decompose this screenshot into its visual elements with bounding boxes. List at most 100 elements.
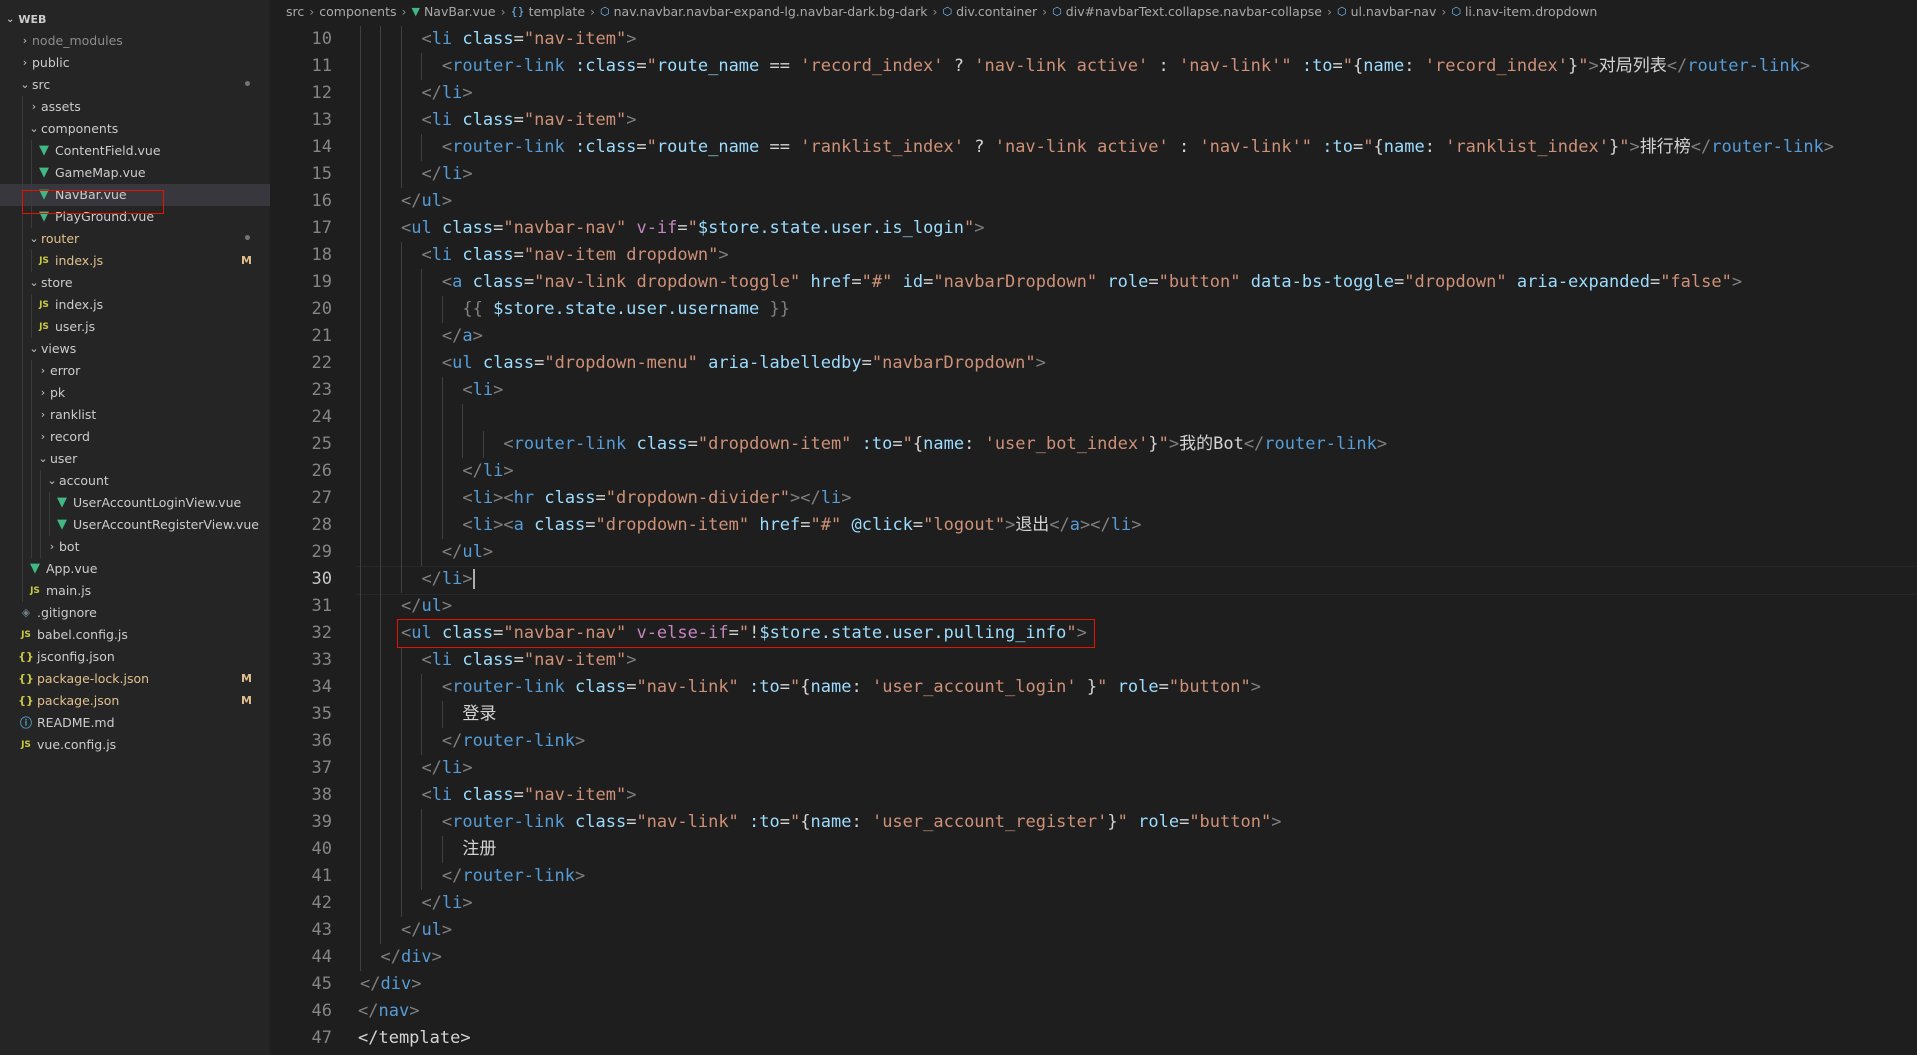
folder-item[interactable]: ⌄ store bbox=[0, 272, 270, 294]
file-item[interactable]: JS vue.config.js bbox=[0, 734, 270, 756]
code-line[interactable]: 43 </ul> bbox=[270, 917, 1917, 944]
code-area[interactable]: 10 <li class="nav-item"> 11 <router-link :c… bbox=[270, 26, 1917, 1052]
breadcrumb-item[interactable]: src bbox=[286, 2, 304, 22]
code-token: = bbox=[513, 29, 524, 49]
breadcrumb-item[interactable]: components bbox=[319, 2, 396, 22]
file-item[interactable]: ▼ NavBar.vue bbox=[0, 184, 270, 206]
code-line[interactable]: 37 </li> bbox=[270, 755, 1917, 782]
indent-guide bbox=[360, 215, 361, 242]
code-line[interactable]: 32 <ul class="navbar-nav" v-else-if="!$st… bbox=[270, 620, 1917, 647]
code-line[interactable]: 10 <li class="nav-item"> bbox=[270, 26, 1917, 53]
breadcrumb-item[interactable]: nav.navbar.navbar-expand-lg.navbar-dark.… bbox=[614, 2, 928, 22]
file-item[interactable]: JS user.js bbox=[0, 316, 270, 338]
folder-item[interactable]: ⌄ views bbox=[0, 338, 270, 360]
code-line[interactable]: 46 </nav> bbox=[270, 998, 1917, 1025]
file-item[interactable]: {} jsconfig.json bbox=[0, 646, 270, 668]
code-token: > bbox=[1005, 515, 1016, 535]
code-line[interactable]: 14 <router-link :class="route_name == 'ra… bbox=[270, 134, 1917, 161]
folder-item[interactable]: › bot bbox=[0, 536, 270, 558]
code-line[interactable]: 39 <router-link class="nav-link" :to="{na… bbox=[270, 809, 1917, 836]
breadcrumb-item[interactable]: div#navbarText.collapse.navbar-collapse bbox=[1066, 2, 1322, 22]
code-line[interactable]: 24 bbox=[270, 404, 1917, 431]
code-line[interactable]: 31 </ul> bbox=[270, 593, 1917, 620]
folder-item[interactable]: › public bbox=[0, 52, 270, 74]
code-line[interactable]: 38 <li class="nav-item"> bbox=[270, 782, 1917, 809]
folder-item[interactable]: ⌄ src • bbox=[0, 74, 270, 96]
code-line[interactable]: 36 </router-link> bbox=[270, 728, 1917, 755]
folder-item[interactable]: › ranklist bbox=[0, 404, 270, 426]
file-item[interactable]: ▼ UserAccountLoginView.vue bbox=[0, 492, 270, 514]
file-item[interactable]: ▼ App.vue bbox=[0, 558, 270, 580]
file-item[interactable]: {} package.json M bbox=[0, 690, 270, 712]
tree-item-label: views bbox=[41, 341, 77, 356]
file-item[interactable]: ▼ GameMap.vue bbox=[0, 162, 270, 184]
code-line[interactable]: 29 </ul> bbox=[270, 539, 1917, 566]
file-item[interactable]: ▼ UserAccountRegisterView.vue bbox=[0, 514, 270, 536]
code-token: </ bbox=[421, 569, 442, 589]
code-line[interactable]: 34 <router-link class="nav-link" :to="{na… bbox=[270, 674, 1917, 701]
code-line[interactable]: 19 <a class="nav-link dropdown-toggle" hr… bbox=[270, 269, 1917, 296]
code-line[interactable]: 47 </template> bbox=[270, 1025, 1917, 1052]
code-line[interactable]: 23 <li> bbox=[270, 377, 1917, 404]
code-line[interactable]: 41 </router-link> bbox=[270, 863, 1917, 890]
file-item[interactable]: ⓘ README.md bbox=[0, 712, 270, 734]
line-number: 12 bbox=[311, 83, 332, 103]
code-line[interactable]: 40 注册 bbox=[270, 836, 1917, 863]
folder-item[interactable]: ⌄ router • bbox=[0, 228, 270, 250]
code-line[interactable]: 15 </li> bbox=[270, 161, 1917, 188]
line-number: 23 bbox=[311, 380, 332, 400]
code-line[interactable]: 20 {{ $store.state.user.username }} bbox=[270, 296, 1917, 323]
code-text: <ul class="dropdown-menu" aria-labelledb… bbox=[442, 350, 1046, 377]
code-line[interactable]: 22 <ul class="dropdown-menu" aria-labelle… bbox=[270, 350, 1917, 377]
breadcrumb-item[interactable]: NavBar.vue bbox=[424, 2, 496, 22]
indent-guide bbox=[31, 140, 32, 162]
folder-item[interactable]: › error bbox=[0, 360, 270, 382]
code-line[interactable]: 13 <li class="nav-item"> bbox=[270, 107, 1917, 134]
folder-item[interactable]: › record bbox=[0, 426, 270, 448]
line-number: 20 bbox=[311, 299, 332, 319]
file-item[interactable]: JS babel.config.js bbox=[0, 624, 270, 646]
code-token: aria-expanded bbox=[1516, 272, 1650, 292]
file-item[interactable]: ▼ ContentField.vue bbox=[0, 140, 270, 162]
breadcrumb-item[interactable]: template bbox=[529, 2, 585, 22]
folder-item[interactable]: › node_modules bbox=[0, 30, 270, 52]
code-line[interactable]: 45 </div> bbox=[270, 971, 1917, 998]
code-editor[interactable]: src › components › ▼ NavBar.vue › {} template › ⬡ n… bbox=[270, 0, 1917, 1055]
code-line[interactable]: 33 <li class="nav-item"> bbox=[270, 647, 1917, 674]
code-line[interactable]: 25 <router-link class="dropdown-item" :to… bbox=[270, 431, 1917, 458]
file-item[interactable]: ◈ .gitignore bbox=[0, 602, 270, 624]
code-token: " bbox=[1117, 812, 1128, 832]
breadcrumb-item[interactable]: ul.navbar-nav bbox=[1351, 2, 1437, 22]
code-line[interactable]: 28 <li><a class="dropdown-item" href="#" … bbox=[270, 512, 1917, 539]
file-item[interactable]: {} package-lock.json M bbox=[0, 668, 270, 690]
braces-icon: {} bbox=[510, 5, 525, 18]
code-token: = bbox=[912, 515, 924, 535]
code-line[interactable]: 26 </li> bbox=[270, 458, 1917, 485]
code-line[interactable]: 30 </li> bbox=[270, 566, 1917, 595]
code-line[interactable]: 16 </ul> bbox=[270, 188, 1917, 215]
breadcrumb-item[interactable]: li.nav-item.dropdown bbox=[1465, 2, 1597, 22]
indent-guide bbox=[360, 863, 361, 890]
folder-item[interactable]: ⌄ account bbox=[0, 470, 270, 492]
file-item[interactable]: JS index.js M bbox=[0, 250, 270, 272]
breadcrumb-item[interactable]: div.container bbox=[956, 2, 1037, 22]
code-token: "button" bbox=[1168, 677, 1251, 697]
code-line[interactable]: 35 登录 bbox=[270, 701, 1917, 728]
folder-item[interactable]: ⌄ components bbox=[0, 118, 270, 140]
code-line[interactable]: 17 <ul class="navbar-nav" v-if="$store.st… bbox=[270, 215, 1917, 242]
code-token: = bbox=[523, 272, 535, 292]
code-line[interactable]: 44 </div> bbox=[270, 944, 1917, 971]
code-line[interactable]: 42 </li> bbox=[270, 890, 1917, 917]
code-line[interactable]: 12 </li> bbox=[270, 80, 1917, 107]
file-item[interactable]: ▼ PlayGround.vue bbox=[0, 206, 270, 228]
file-item[interactable]: JS index.js bbox=[0, 294, 270, 316]
folder-item[interactable]: › pk bbox=[0, 382, 270, 404]
code-line[interactable]: 21 </a> bbox=[270, 323, 1917, 350]
folder-item[interactable]: ⌄ user bbox=[0, 448, 270, 470]
folder-item[interactable]: › assets bbox=[0, 96, 270, 118]
code-line[interactable]: 18 <li class="nav-item dropdown"> bbox=[270, 242, 1917, 269]
code-line[interactable]: 27 <li><hr class="dropdown-divider"></li> bbox=[270, 485, 1917, 512]
explorer-root-folder[interactable]: ⌄ WEB bbox=[0, 10, 270, 30]
file-item[interactable]: JS main.js bbox=[0, 580, 270, 602]
code-line[interactable]: 11 <router-link :class="route_name == 're… bbox=[270, 53, 1917, 80]
